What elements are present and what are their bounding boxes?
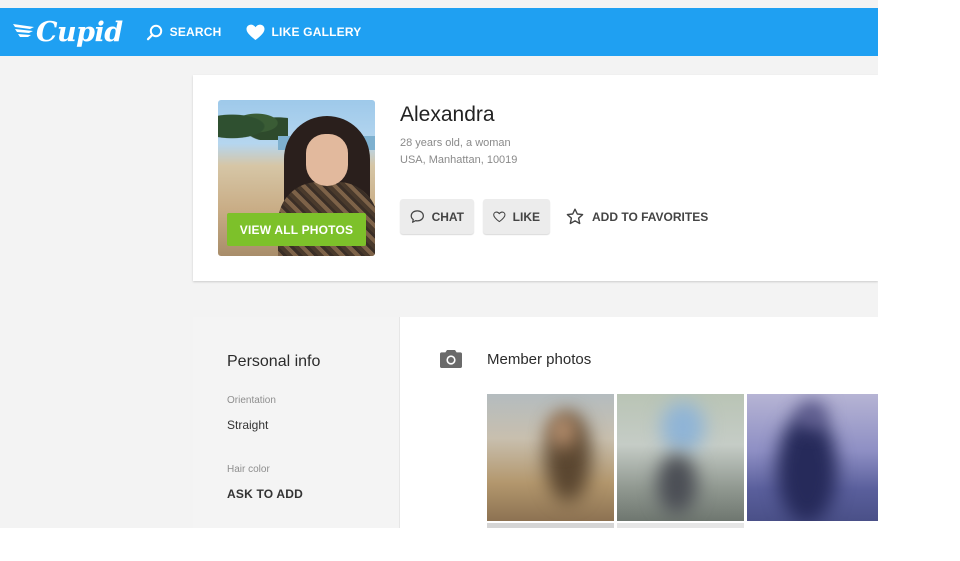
member-photo-thumbnail[interactable] bbox=[487, 394, 614, 521]
heart-icon bbox=[246, 24, 265, 40]
top-navigation-bar: Cupid SEARCH LIKE GALLERY bbox=[0, 8, 878, 56]
personal-info-panel: Personal info Orientation Straight Hair … bbox=[193, 317, 400, 528]
nav-like-gallery[interactable]: LIKE GALLERY bbox=[246, 24, 362, 41]
profile-photo[interactable]: VIEW ALL PHOTOS bbox=[218, 100, 375, 256]
orientation-label: Orientation bbox=[227, 395, 276, 406]
orientation-value: Straight bbox=[227, 418, 269, 432]
chat-button[interactable]: CHAT bbox=[400, 199, 474, 234]
profile-actions: CHAT LIKE ADD TO FAVORITES bbox=[400, 199, 708, 234]
photo-palms bbox=[218, 106, 288, 140]
cupid-logo[interactable]: Cupid bbox=[12, 17, 123, 48]
add-to-favorites-button[interactable]: ADD TO FAVORITES bbox=[566, 208, 708, 225]
member-photos-panel: Member photos bbox=[400, 317, 878, 528]
camera-icon bbox=[440, 350, 462, 368]
profile-name: Alexandra bbox=[400, 103, 495, 126]
member-photo-thumbnail[interactable] bbox=[617, 394, 744, 521]
logo-text: Cupid bbox=[36, 16, 123, 48]
like-button[interactable]: LIKE bbox=[483, 199, 550, 234]
app-window: Cupid SEARCH LIKE GALLERY VIEW ALL PHOTO… bbox=[0, 0, 878, 528]
member-photos-title: Member photos bbox=[487, 351, 592, 368]
profile-age-gender: 28 years old, a woman bbox=[400, 137, 511, 149]
hair-color-ask-to-add[interactable]: ASK TO ADD bbox=[227, 487, 303, 501]
profile-location: USA, Manhattan, 10019 bbox=[400, 154, 518, 166]
nav-like-gallery-label: LIKE GALLERY bbox=[271, 25, 362, 39]
member-photo-thumbnail-partial[interactable] bbox=[617, 523, 744, 528]
chat-button-label: CHAT bbox=[431, 209, 464, 224]
chat-bubble-icon bbox=[410, 210, 424, 223]
photo-face bbox=[306, 134, 348, 186]
heart-outline-icon bbox=[493, 211, 506, 222]
search-icon bbox=[146, 24, 162, 40]
member-photo-thumbnail[interactable] bbox=[747, 394, 878, 521]
member-photo-thumbnail-partial[interactable] bbox=[487, 523, 614, 528]
nav-search-label: SEARCH bbox=[169, 25, 222, 39]
star-outline-icon bbox=[566, 208, 584, 225]
profile-card: VIEW ALL PHOTOS Alexandra 28 years old, … bbox=[193, 75, 878, 281]
wings-icon bbox=[13, 24, 34, 37]
hair-color-label: Hair color bbox=[227, 464, 270, 475]
nav-search[interactable]: SEARCH bbox=[146, 24, 222, 41]
view-all-photos-button[interactable]: VIEW ALL PHOTOS bbox=[227, 213, 366, 246]
add-to-favorites-label: ADD TO FAVORITES bbox=[592, 209, 709, 224]
like-button-label: LIKE bbox=[512, 209, 540, 224]
personal-info-title: Personal info bbox=[227, 353, 321, 370]
